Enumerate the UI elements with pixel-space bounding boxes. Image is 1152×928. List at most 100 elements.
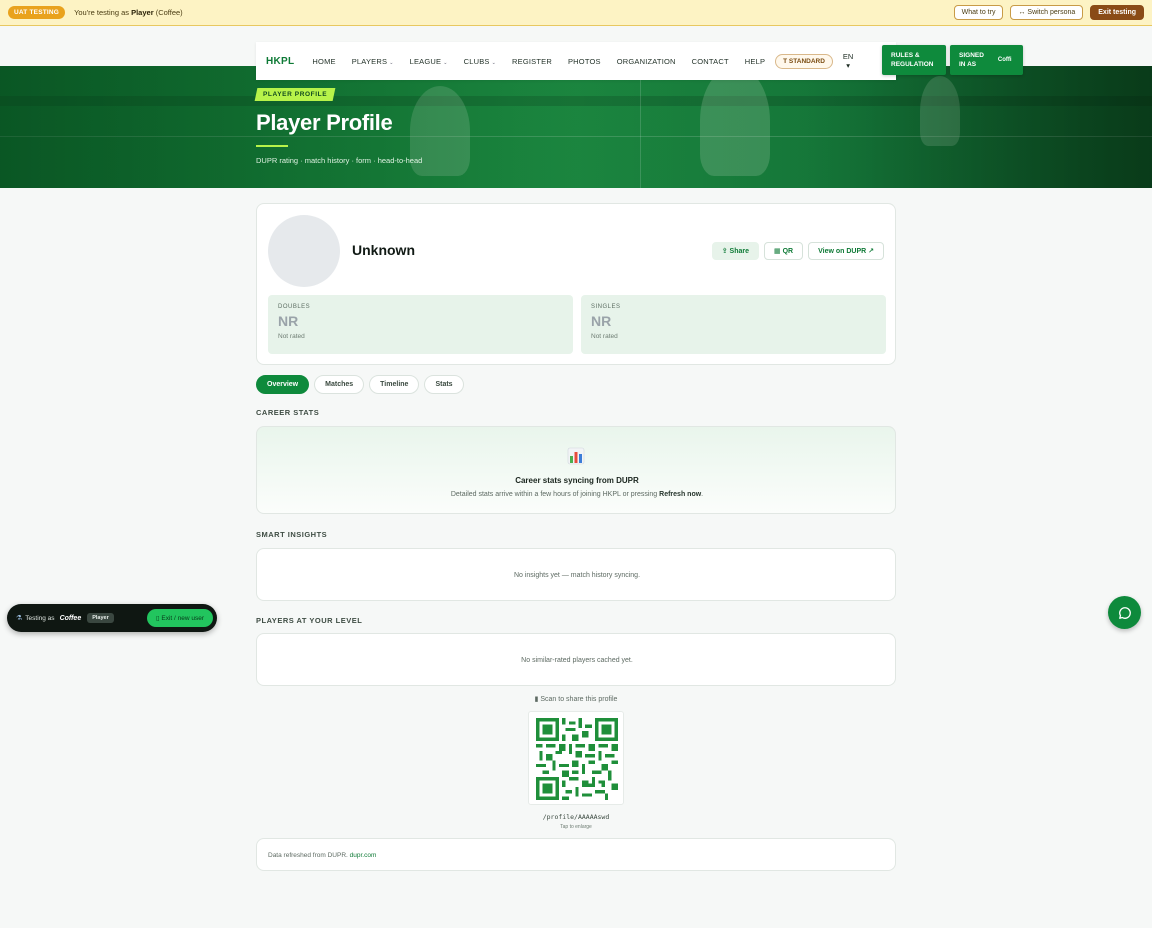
nav-league[interactable]: LEAGUE ⌄: [410, 57, 448, 66]
exit-testing-button[interactable]: Exit testing: [1090, 5, 1144, 20]
data-source-text: Data refreshed from DUPR. dupr.com: [268, 852, 376, 859]
dupr-link[interactable]: dupr.com: [350, 852, 377, 859]
nav-photos-label: PHOTOS: [567, 56, 601, 66]
profile-actions: ⇪ Share ▦ QR View on DUPR ↗: [711, 242, 884, 260]
refresh-now-text: Refresh now: [659, 491, 702, 498]
rules-regulation-button[interactable]: RULES & REGULATION: [882, 45, 946, 75]
chat-button[interactable]: [1108, 596, 1141, 629]
standard-mode-toggle[interactable]: T STANDARD: [775, 53, 833, 69]
page-title: Player Profile: [256, 110, 393, 135]
language-selector[interactable]: EN ▾: [843, 52, 853, 70]
chevron-down-icon: ⌄: [491, 59, 497, 66]
tab-overview[interactable]: Overview: [256, 375, 310, 394]
career-stats-title: Career stats syncing from DUPR: [515, 476, 639, 485]
main-navbar: HKPL HOME PLAYERS ⌄ LEAGUE ⌄ CLUBS ⌄ REGIST…: [256, 42, 896, 80]
exit-new-user-label: Exit / new user: [161, 615, 204, 622]
nav-clubs[interactable]: CLUBS ⌄: [464, 57, 496, 66]
doubles-rating-box: DOUBLES NR Not rated: [268, 295, 573, 354]
signed-in-name: Coffi: [997, 56, 1012, 63]
rules-label: RULES & REGULATION: [891, 51, 934, 69]
smart-insights-heading: SMART INSIGHTS: [256, 530, 328, 539]
nav-home[interactable]: HOME: [312, 57, 335, 66]
nav-photos[interactable]: PHOTOS: [568, 57, 601, 66]
career-stats-desc: Detailed stats arrive within a few hours…: [257, 491, 897, 498]
rules-line2: REGULATION: [891, 61, 934, 68]
qr-caption-text: Scan to share this profile: [540, 696, 618, 703]
uat-testing-text: You're testing as Player (Coffee): [74, 8, 183, 17]
nav-contact[interactable]: CONTACT: [692, 57, 729, 66]
switch-persona-button[interactable]: ↔ Switch persona: [1010, 5, 1084, 20]
tab-matches[interactable]: Matches: [314, 375, 365, 394]
chat-bubble-icon: [1118, 606, 1131, 619]
avatar: [268, 215, 340, 287]
uat-actions: What to try ↔ Switch persona Exit testin…: [953, 5, 1144, 20]
exit-new-user-button[interactable]: ▯ Exit / new user: [146, 609, 213, 627]
signed-in-user-menu[interactable]: SIGNED IN AS Coffi: [950, 45, 1023, 75]
career-desc-text: Detailed stats arrive within a few hours…: [450, 491, 660, 498]
tab-timeline[interactable]: Timeline: [369, 375, 420, 394]
uat-prefix: You're testing as: [74, 8, 132, 17]
profile-tabs: Overview Matches Timeline Stats: [256, 375, 464, 394]
site-logo[interactable]: HKPL: [266, 56, 294, 67]
share-label: Share: [729, 248, 750, 255]
rules-line1: RULES &: [891, 52, 920, 59]
career-desc-end: .: [701, 491, 704, 498]
nav-help[interactable]: HELP: [745, 57, 765, 66]
nav-home-label: HOME: [312, 56, 336, 66]
share-button[interactable]: ⇪ Share: [711, 242, 760, 260]
players-at-level-heading: PLAYERS AT YOUR LEVEL: [256, 616, 363, 625]
chevron-down-icon: ⌄: [389, 59, 394, 66]
uat-persona: Player: [131, 8, 154, 17]
level-empty-text: No similar-rated players cached yet.: [521, 657, 633, 664]
tab-stats[interactable]: Stats: [424, 375, 464, 394]
qr-code-icon: [536, 718, 618, 800]
singles-note: Not rated: [591, 333, 618, 340]
test-tube-icon: ⚗: [16, 615, 23, 622]
career-stats-heading: CAREER STATS: [256, 408, 320, 417]
data-source-label: Data refreshed from DUPR.: [268, 852, 350, 859]
view-on-dupr-link[interactable]: View on DUPR ↗: [808, 242, 884, 260]
singles-value: NR: [591, 313, 612, 329]
qr-profile-path: /profile/AAAAAswd: [542, 813, 610, 821]
nav-league-label: LEAGUE: [409, 56, 442, 66]
qr-icon: ▦: [774, 248, 783, 255]
testing-persona-role: Player: [87, 613, 114, 623]
page-subtitle: DUPR rating · match history · form · hea…: [256, 156, 423, 165]
testing-as-label: Testing as: [25, 614, 55, 622]
doubles-note: Not rated: [278, 333, 305, 340]
nav-players-label: PLAYERS: [351, 56, 388, 66]
nav-contact-label: CONTACT: [691, 56, 729, 66]
nav-organization[interactable]: ORGANIZATION: [617, 57, 676, 66]
hero-overlay: [0, 66, 1152, 188]
uat-persona-suffix: (Coffee): [153, 8, 183, 17]
testing-persona-name: Coffee: [59, 614, 82, 622]
signed-line1: SIGNED: [959, 52, 984, 59]
nav-organization-label: ORGANIZATION: [616, 56, 676, 66]
bar-chart-icon: [567, 447, 585, 465]
uat-testing-bar: UAT TESTING You're testing as Player (Co…: [0, 0, 1152, 26]
player-name: Unknown: [352, 242, 415, 258]
nav-register[interactable]: REGISTER: [512, 57, 552, 66]
nav-register-label: REGISTER: [512, 56, 552, 66]
insights-empty-text: No insights yet — match history syncing.: [513, 572, 641, 579]
signed-line2: IN AS: [959, 61, 977, 68]
what-to-try-button[interactable]: What to try: [953, 5, 1004, 20]
profile-qr-code[interactable]: [528, 711, 624, 805]
data-source-card: Data refreshed from DUPR. dupr.com: [256, 838, 896, 871]
testing-persona-pill: ⚗ Testing as Coffee Player ▯ Exit / new …: [7, 604, 217, 632]
nav-players[interactable]: PLAYERS ⌄: [352, 57, 394, 66]
profile-card: Unknown ⇪ Share ▦ QR View on DUPR ↗ DOUB…: [256, 203, 896, 365]
chevron-down-icon: ▾: [846, 61, 851, 70]
hero-tag: PLAYER PROFILE: [254, 88, 336, 101]
singles-rating-box: SINGLES NR Not rated: [581, 295, 886, 354]
hero-tag-label: PLAYER PROFILE: [263, 91, 328, 98]
nav-help-label: HELP: [744, 56, 766, 66]
qr-button[interactable]: ▦ QR: [764, 242, 804, 260]
qr-label: QR: [782, 248, 794, 255]
chevron-down-icon: ⌄: [443, 59, 448, 66]
nav-clubs-label: CLUBS: [463, 56, 490, 66]
singles-label: SINGLES: [591, 304, 621, 310]
language-label: EN: [842, 52, 854, 61]
doubles-value: NR: [278, 313, 299, 329]
doubles-label: DOUBLES: [278, 304, 311, 310]
